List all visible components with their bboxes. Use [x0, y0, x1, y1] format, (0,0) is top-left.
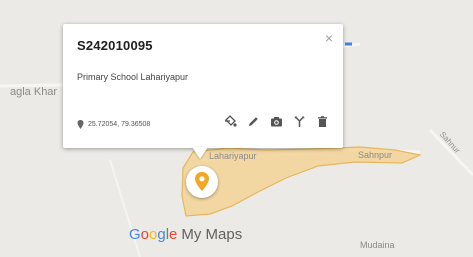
village-label-left: agla Khar: [10, 86, 58, 98]
coordinates-text: 25.72054, 79.36508: [88, 121, 151, 128]
village-label-center: Lahariyapur: [209, 151, 257, 161]
close-icon[interactable]: ×: [325, 31, 333, 45]
card-description: Primary School Lahariyapur: [77, 72, 189, 82]
google-my-maps-logo: Google My Maps: [129, 226, 243, 243]
directions-icon[interactable]: [292, 114, 306, 128]
village-label-right: Sahnpur: [358, 150, 393, 160]
village-label-bottom: Mudaina: [360, 240, 395, 250]
card-actions: [223, 114, 329, 128]
edit-icon[interactable]: [246, 114, 260, 128]
map-canvas[interactable]: agla Khar Lahariyapur Sahnpur Mudaina Sa…: [0, 0, 473, 257]
location-marker[interactable]: [186, 166, 218, 198]
card-title: S242010095: [77, 38, 153, 53]
location-pin-icon: [77, 120, 84, 129]
product-name: My Maps: [181, 226, 243, 243]
delete-icon[interactable]: [315, 114, 329, 128]
coordinates-row: 25.72054, 79.36508: [77, 120, 150, 129]
info-card: S242010095 × Primary School Lahariyapur …: [63, 24, 343, 148]
camera-icon[interactable]: [269, 114, 283, 128]
map-pin-icon: [195, 172, 209, 191]
style-icon[interactable]: [223, 114, 237, 128]
card-pointer: [192, 147, 208, 159]
